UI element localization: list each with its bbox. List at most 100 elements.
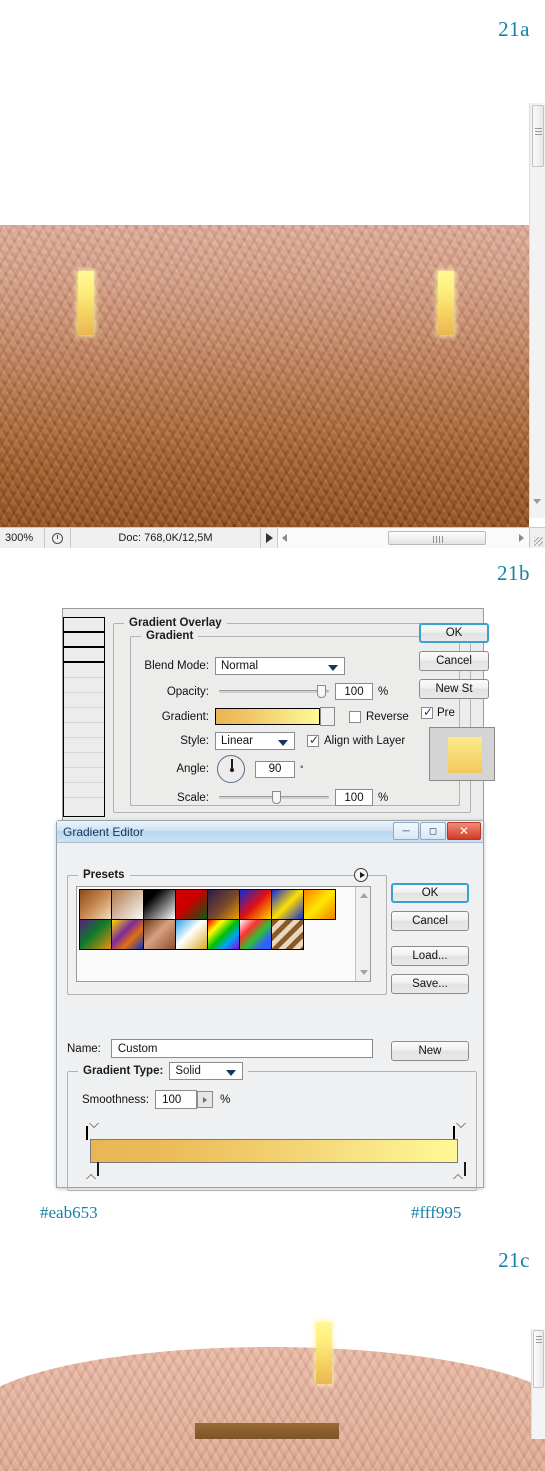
color-stop-right[interactable] xyxy=(452,1162,466,1180)
gradient-subgroup: Gradient Blend Mode: Normal Opacity: 100… xyxy=(130,630,460,806)
scroll-down-arrow-icon[interactable] xyxy=(533,499,541,504)
opacity-slider-knob[interactable] xyxy=(317,685,326,698)
figure-label-21a: 21a xyxy=(498,17,530,41)
preset-violet-orange[interactable] xyxy=(206,888,240,920)
canvas-vertical-scrollbar-c[interactable] xyxy=(531,1329,545,1439)
layer-style-dialog: Gradient Overlay Gradient Blend Mode: No… xyxy=(62,608,495,822)
list-item[interactable] xyxy=(64,618,104,633)
name-input[interactable]: Custom xyxy=(110,1039,373,1058)
minimize-icon[interactable]: ─ xyxy=(393,822,419,840)
angle-dial-control[interactable] xyxy=(217,755,245,783)
list-item[interactable] xyxy=(64,768,104,783)
reverse-checkbox[interactable] xyxy=(349,710,361,723)
yellow-gradient-bar-right xyxy=(438,271,454,335)
maximize-icon[interactable]: ◻ xyxy=(420,822,446,840)
preset-copper[interactable] xyxy=(142,918,176,950)
list-item[interactable] xyxy=(64,633,104,648)
list-item[interactable] xyxy=(64,723,104,738)
gradient-editor-titlebar[interactable]: Gradient Editor ─ ◻ ✕ xyxy=(57,821,483,843)
scroll-right-arrow-icon[interactable] xyxy=(519,534,524,542)
list-item[interactable] xyxy=(64,663,104,678)
list-item[interactable] xyxy=(64,648,104,663)
scroll-up-arrow-icon[interactable] xyxy=(360,893,368,898)
preset-yellow-violet-orange-blue[interactable] xyxy=(110,918,144,950)
preset-orange-yellow-orange[interactable] xyxy=(302,888,336,920)
canvas-vertical-scrollbar[interactable] xyxy=(529,103,545,518)
color-stop-left[interactable] xyxy=(85,1162,99,1180)
smoothness-input[interactable]: 100 xyxy=(155,1090,198,1109)
scroll-left-arrow-icon[interactable] xyxy=(282,534,287,542)
zoom-level-value[interactable]: 300% xyxy=(0,532,44,544)
yellow-gradient-bar-left xyxy=(78,271,94,335)
save-button[interactable]: Save... xyxy=(391,974,469,994)
blend-mode-select[interactable]: Normal xyxy=(215,657,345,675)
list-item[interactable] xyxy=(64,678,104,693)
hscrollbar-thumb[interactable] xyxy=(388,531,486,545)
cancel-button[interactable]: Cancel xyxy=(419,651,489,671)
scale-unit: % xyxy=(378,791,389,804)
preset-foreground-to-transparent[interactable] xyxy=(110,888,144,920)
opacity-slider[interactable] xyxy=(219,685,329,698)
list-item[interactable] xyxy=(64,693,104,708)
list-item[interactable] xyxy=(64,753,104,768)
preset-transparent-stripes[interactable] xyxy=(270,918,304,950)
close-icon[interactable]: ✕ xyxy=(447,822,481,840)
canvas-horizontal-scrollbar[interactable] xyxy=(277,528,529,548)
status-menu-button[interactable] xyxy=(260,528,277,548)
list-item[interactable] xyxy=(64,708,104,723)
preset-chrome[interactable] xyxy=(174,918,208,950)
align-with-layer-checkbox[interactable] xyxy=(307,733,319,747)
list-item[interactable] xyxy=(64,738,104,753)
presets-grid xyxy=(78,888,345,950)
scale-slider[interactable] xyxy=(219,791,329,804)
opacity-input[interactable]: 100 xyxy=(335,683,373,700)
scroll-down-arrow-icon[interactable] xyxy=(360,970,368,975)
preset-foreground-to-background[interactable] xyxy=(78,888,112,920)
document-size-value[interactable]: Doc: 768,0K/12,5M xyxy=(70,528,260,548)
gradient-type-value: Solid xyxy=(175,1065,201,1077)
smoothness-spinner[interactable] xyxy=(197,1091,214,1108)
preset-black-white[interactable] xyxy=(142,888,176,920)
hex-label-left: #eab653 xyxy=(40,1203,98,1222)
preset-spectrum[interactable] xyxy=(206,918,240,950)
scale-input[interactable]: 100 xyxy=(335,789,373,806)
preview-checkbox[interactable] xyxy=(421,705,433,719)
style-select[interactable]: Linear xyxy=(215,732,295,750)
gradient-picker-button[interactable] xyxy=(320,707,335,726)
gradient-overlay-title: Gradient Overlay xyxy=(124,617,227,629)
clock-icon-cell[interactable] xyxy=(44,528,70,548)
gradient-editor-ok-button[interactable]: OK xyxy=(391,883,469,903)
presets-scrollbar[interactable] xyxy=(355,887,370,981)
hex-label-right: #fff995 xyxy=(411,1203,462,1222)
preset-violet-green-orange[interactable] xyxy=(78,918,112,950)
angle-input[interactable]: 90 xyxy=(255,760,295,778)
load-button[interactable]: Load... xyxy=(391,946,469,966)
preset-transparent-rainbow[interactable] xyxy=(238,918,272,950)
preset-blue-yellow-blue[interactable] xyxy=(270,888,304,920)
figure-label-21b: 21b xyxy=(497,561,530,585)
resize-grip-icon[interactable] xyxy=(529,528,545,548)
name-row: Name: Custom xyxy=(67,1039,373,1058)
chevron-down-icon xyxy=(278,740,288,746)
gradient-bar-editor[interactable] xyxy=(85,1122,466,1180)
scale-slider-knob[interactable] xyxy=(272,791,281,804)
hscrollbar-grip-icon xyxy=(433,536,443,543)
photoshop-canvas-panel-a: 300% Doc: 768,0K/12,5M xyxy=(0,103,545,548)
presets-list[interactable] xyxy=(76,886,371,982)
preset-blue-red-yellow[interactable] xyxy=(238,888,272,920)
scrollbar-thumb[interactable] xyxy=(532,105,544,167)
presets-menu-icon[interactable] xyxy=(354,868,368,882)
ok-button[interactable]: OK xyxy=(419,623,489,643)
preset-red-green[interactable] xyxy=(174,888,208,920)
preview-swatch xyxy=(448,737,482,773)
layer-styles-list[interactable] xyxy=(63,617,105,817)
gradient-preview-bar[interactable] xyxy=(90,1139,458,1163)
gradient-type-select[interactable]: Solid xyxy=(169,1062,244,1080)
preview-row: Pre xyxy=(421,705,455,719)
gradient-editor-cancel-button[interactable]: Cancel xyxy=(391,911,469,931)
gradient-swatch-preview[interactable] xyxy=(215,708,320,725)
list-item[interactable] xyxy=(64,783,104,798)
scrollbar-thumb[interactable] xyxy=(533,1330,544,1388)
new-style-button[interactable]: New St xyxy=(419,679,489,699)
new-button[interactable]: New xyxy=(391,1041,469,1061)
